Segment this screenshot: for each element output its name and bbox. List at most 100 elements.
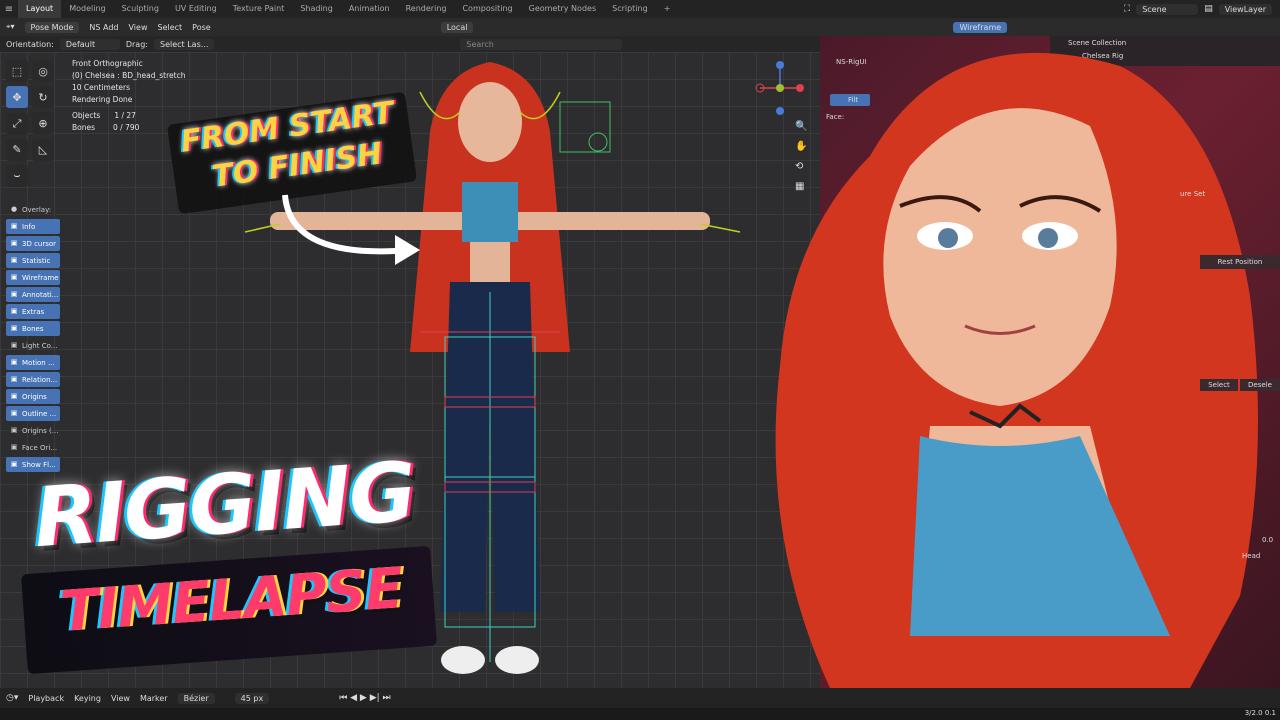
overlay-toggle-label: Origins (...	[22, 426, 59, 435]
rest-position-button[interactable]: Rest Position	[1200, 255, 1280, 269]
add-workspace-button[interactable]: +	[656, 0, 679, 18]
overlay-label: ● Overlay:	[6, 202, 66, 217]
active-object-name: (0) Chelsea : BD_head_stretch	[72, 71, 186, 80]
overlay-toggle-icon: ▣	[10, 290, 18, 298]
workspace-tab-shading[interactable]: Shading	[292, 0, 341, 18]
editor-type-icon[interactable]: ⌖▾	[6, 22, 15, 32]
overlay-toggle-12[interactable]: ▣ Origins (...	[6, 423, 66, 438]
interpolation-selector[interactable]: Bézier	[177, 692, 215, 704]
overlay-toggle-2[interactable]: ▣ Statistic	[6, 253, 60, 268]
overlay-toggle-4[interactable]: ▣ Annotati...	[6, 287, 60, 302]
overlay-toggle-icon: ▣	[10, 426, 18, 434]
overlay-toggle-icon: ▣	[10, 358, 18, 366]
scene-selector[interactable]: Scene	[1136, 3, 1199, 15]
scale-tool-icon[interactable]: ⤢	[6, 112, 28, 135]
deselect-button[interactable]: Desele	[1240, 379, 1280, 391]
view-menu[interactable]: View	[129, 23, 148, 32]
transform-orientation-selector[interactable]: Local	[440, 21, 474, 33]
select-menu[interactable]: Select	[157, 23, 182, 32]
overlay-toggle-icon: ▣	[10, 256, 18, 264]
overlay-toggle-icon: ▣	[10, 273, 18, 281]
render-status: Rendering Done	[72, 95, 133, 104]
overlay-toggle-label: Wireframe	[22, 273, 59, 282]
overlay-toggle-8[interactable]: ▣ Motion ...	[6, 355, 60, 370]
cursor-tool-icon[interactable]: ◎	[32, 60, 54, 82]
move-tool-icon[interactable]: ✥	[6, 86, 28, 108]
bones-value: 0 / 790	[113, 123, 140, 132]
overlay-toggle-3[interactable]: ▣ Wireframe	[6, 270, 60, 285]
transform-tool-icon[interactable]: ⊕	[32, 112, 54, 134]
workspace-tab-texture-paint[interactable]: Texture Paint	[225, 0, 293, 18]
bone-size-tool-icon[interactable]: ⌣	[6, 164, 28, 187]
overlay-toggle-0[interactable]: ▣ Info	[6, 219, 60, 234]
workspace-tab-animation[interactable]: Animation	[341, 0, 398, 18]
overlay-toggle-5[interactable]: ▣ Extras	[6, 304, 60, 319]
workspace-tab-scripting[interactable]: Scripting	[604, 0, 656, 18]
overlay-toggle-label: Relation...	[22, 375, 58, 384]
overlay-toggle-label: Show Fl...	[22, 460, 56, 469]
overlay-toggle-icon: ▣	[10, 341, 18, 349]
measure-tool-icon[interactable]: ◺	[32, 138, 54, 161]
workspace-tab-rendering[interactable]: Rendering	[398, 0, 455, 18]
workspace-tab-compositing[interactable]: Compositing	[454, 0, 520, 18]
annotate-tool-icon[interactable]: ✎	[6, 138, 28, 161]
playback-menu[interactable]: Playback	[28, 694, 64, 703]
workspace-tab-modeling[interactable]: Modeling	[61, 0, 113, 18]
overlay-toggle-7[interactable]: ▣ Light Co...	[6, 338, 66, 353]
workspace-tab-sculpting[interactable]: Sculpting	[114, 0, 167, 18]
frame-size-field[interactable]: 45 px	[234, 692, 270, 704]
blender-menu-icon[interactable]: ≡	[0, 4, 18, 15]
overlay-toggle-icon: ▣	[10, 324, 18, 332]
timeline-header: ◷▾ Playback Keying View Marker Bézier 45…	[0, 688, 1280, 708]
overlay-toggle-icon: ▣	[10, 375, 18, 383]
shading-mode-button[interactable]: Wireframe	[953, 21, 1008, 33]
rotate-tool-icon[interactable]: ↻	[32, 86, 54, 108]
select-tool-icon[interactable]: ⬚	[6, 60, 28, 82]
overlay-toggle-13[interactable]: ▣ Face Ori...	[6, 440, 66, 455]
overlay-toggle-icon: ▣	[10, 307, 18, 315]
torso-shape	[470, 242, 510, 282]
property-value: 0.0	[1262, 536, 1274, 544]
viewport-search-input[interactable]: Search	[460, 38, 623, 50]
select-button[interactable]: Select	[1200, 379, 1238, 391]
ns-add-menu[interactable]: NS Add	[89, 23, 118, 32]
grid-scale: 10 Centimeters	[72, 83, 131, 92]
workspace-tab-uv-editing[interactable]: UV Editing	[167, 0, 225, 18]
drag-selector[interactable]: Select Las...	[153, 38, 215, 50]
view-layer-selector[interactable]: ViewLayer	[1218, 3, 1272, 15]
overlay-toggle-10[interactable]: ▣ Origins	[6, 389, 60, 404]
overlay-toggle-label: Origins	[22, 392, 47, 401]
overlay-toggle-9[interactable]: ▣ Relation...	[6, 372, 60, 387]
overlay-icon: ●	[10, 205, 18, 213]
overlay-toggle-label: Info	[22, 222, 36, 231]
overlay-toggle-icon: ▣	[10, 409, 18, 417]
overlay-panel: ● Overlay: ▣ Info ▣ 3D cursor ▣ Statistic ▣ Wire…	[6, 200, 66, 474]
orientation-selector[interactable]: Default	[59, 38, 120, 50]
overlay-toggle-11[interactable]: ▣ Outline ...	[6, 406, 60, 421]
timeline-view-menu[interactable]: View	[111, 694, 130, 703]
scene-icon: ⛶	[1123, 4, 1131, 14]
overlay-toggle-6[interactable]: ▣ Bones	[6, 321, 60, 336]
overlay-toggle-icon: ▣	[10, 460, 18, 468]
workspace-tab-layout[interactable]: Layout	[18, 0, 62, 18]
overlay-toggle-label: Bones	[22, 324, 44, 333]
character-render	[775, 52, 1258, 688]
drag-label: Drag:	[125, 39, 148, 49]
overlay-toggle-label: Outline ...	[22, 409, 57, 418]
tool-settings-bar: Orientation: Default Drag: Select Las...…	[0, 36, 860, 52]
mode-selector[interactable]: Pose Mode	[24, 21, 80, 33]
viewport-info: Front Orthographic (0) Chelsea : BD_head…	[72, 58, 185, 134]
overlay-list: ▣ Info ▣ 3D cursor ▣ Statistic ▣ Wireframe ▣ Anno…	[6, 219, 66, 472]
keying-menu[interactable]: Keying	[74, 694, 101, 703]
texture-set-label: ure Set	[1180, 190, 1206, 198]
playback-controls[interactable]: ⏮ ◀ ▶ ▶| ⏭	[339, 693, 390, 703]
marker-menu[interactable]: Marker	[140, 694, 168, 703]
timeline-editor-icon[interactable]: ◷▾	[6, 693, 18, 703]
objects-value: 1 / 27	[114, 111, 136, 120]
overlay-label-text: Overlay:	[22, 205, 52, 214]
pose-menu[interactable]: Pose	[192, 23, 211, 32]
top-menubar: ≡ Layout Modeling Sculpting UV Editing T…	[0, 0, 1280, 18]
overlay-toggle-label: Extras	[22, 307, 45, 316]
workspace-tab-geometry-nodes[interactable]: Geometry Nodes	[521, 0, 604, 18]
overlay-toggle-1[interactable]: ▣ 3D cursor	[6, 236, 60, 251]
